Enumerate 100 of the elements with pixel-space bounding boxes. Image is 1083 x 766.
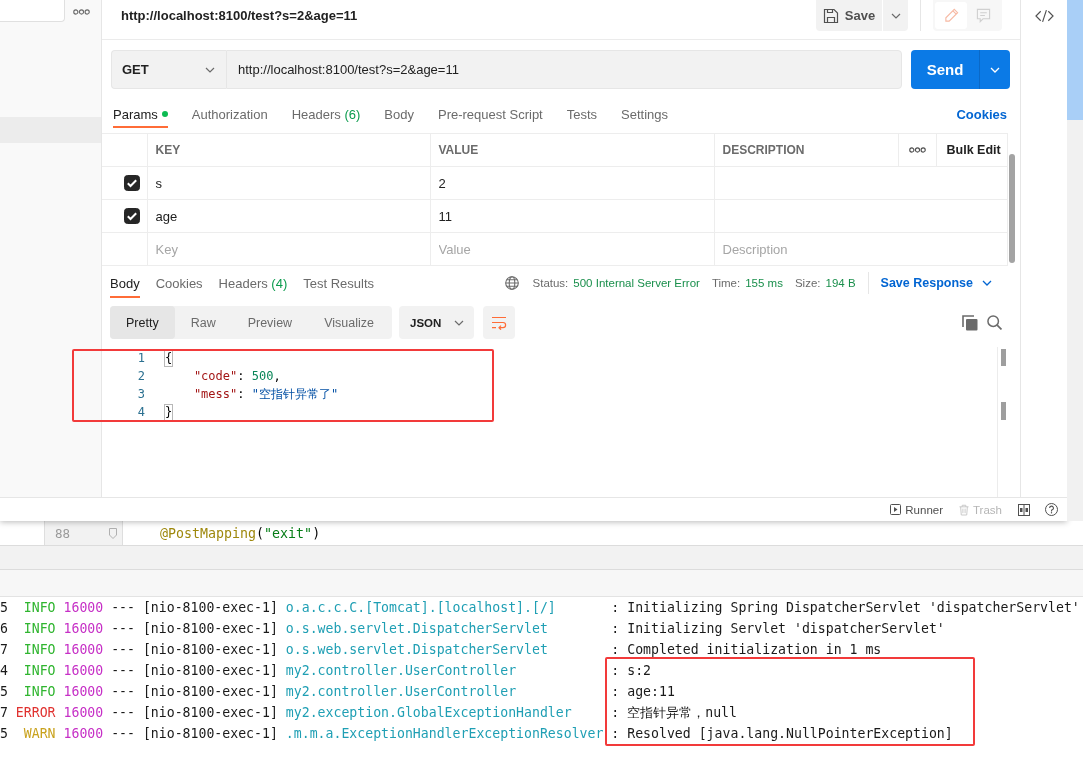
log-prefix: 7 <box>0 642 8 657</box>
column-header: VALUE <box>430 133 714 167</box>
save-response-button[interactable]: Save Response <box>880 276 1006 290</box>
log-level: INFO <box>22 621 56 636</box>
log-message: : s:2 <box>611 663 652 678</box>
copy-icon[interactable] <box>962 314 978 331</box>
format-dropdown[interactable]: JSON <box>399 306 474 339</box>
process-id: 16000 <box>63 663 104 678</box>
line-number: 2 <box>136 368 146 385</box>
new-param-field[interactable]: Description <box>714 233 1007 265</box>
logger-name: .m.m.a.ExceptionHandlerExceptionResolver <box>285 726 604 741</box>
more-icon[interactable] <box>73 9 90 15</box>
request-tab[interactable]: Tests <box>566 100 598 128</box>
log-separator: --- <box>111 642 135 657</box>
view-tab[interactable]: Preview <box>231 306 309 339</box>
thread-name: [nio-8100-exec-1] <box>142 642 278 657</box>
logger-name: my2.controller.UserController <box>285 663 518 678</box>
code-line: } <box>165 403 173 421</box>
param-key-field[interactable]: age <box>147 199 430 233</box>
request-tab[interactable]: Headers (6) <box>291 100 361 128</box>
new-param-field[interactable]: Key <box>147 233 430 265</box>
thread-name: [nio-8100-exec-1] <box>142 684 278 699</box>
meta-value: 194 B <box>825 277 856 289</box>
process-id: 16000 <box>63 600 104 615</box>
request-tab[interactable]: Params <box>113 100 168 128</box>
view-tab[interactable]: Pretty <box>110 306 175 339</box>
thread-name: [nio-8100-exec-1] <box>142 600 278 615</box>
pencil-icon <box>943 8 959 23</box>
method-dropdown[interactable]: GET <box>111 50 226 89</box>
scrollbar-thumb[interactable] <box>1008 154 1015 263</box>
line-number: 88 <box>55 525 71 541</box>
request-tab[interactable]: Settings <box>621 100 669 128</box>
param-value-field[interactable]: 2 <box>430 166 714 200</box>
request-tab[interactable]: Authorization <box>191 100 268 128</box>
thread-name: [nio-8100-exec-1] <box>142 621 278 636</box>
log-separator: --- <box>111 663 135 678</box>
cookies-link[interactable]: Cookies <box>956 106 1007 122</box>
response-tab[interactable]: Headers (4) <box>218 268 288 298</box>
checkbox[interactable] <box>124 208 140 224</box>
log-message: : Resolved [java.lang.NullPointerException] <box>611 726 953 741</box>
log-level: INFO <box>22 600 56 615</box>
log-prefix: 5 <box>0 726 8 741</box>
two-pane-icon[interactable] <box>1018 503 1030 516</box>
caret-icon <box>454 319 464 326</box>
checkbox[interactable] <box>124 175 140 191</box>
response-tab[interactable]: Body <box>110 268 140 298</box>
request-tab[interactable]: Pre-request Script <box>437 100 543 128</box>
param-key-field[interactable]: s <box>147 166 430 200</box>
logger-name: my2.controller.UserController <box>285 684 518 699</box>
send-options-button[interactable] <box>979 50 1010 89</box>
globe-icon[interactable] <box>504 276 519 290</box>
view-tab[interactable]: Visualize <box>308 306 390 339</box>
search-icon[interactable] <box>987 315 1002 330</box>
request-tab[interactable]: Body <box>384 100 414 128</box>
param-value-field[interactable]: 11 <box>430 199 714 233</box>
log-prefix: 4 <box>0 663 8 678</box>
url-field[interactable]: http://localhost:8100/test?s=2&age=11 <box>226 50 902 89</box>
log-message: : Initializing Servlet 'dispatcherServlet' <box>611 621 945 636</box>
log-separator: --- <box>111 600 135 615</box>
save-button[interactable]: Save <box>816 0 882 31</box>
logger-name: my2.exception.GlobalExceptionHandler <box>285 705 573 720</box>
process-id: 16000 <box>63 726 104 741</box>
log-message: : Initializing Spring DispatcherServlet 'dispatcherServlet' <box>611 600 1080 615</box>
log-separator: --- <box>111 621 135 636</box>
meta-label: Time: <box>711 277 741 289</box>
response-tab[interactable]: Test Results <box>303 268 375 298</box>
request-title: http://localhost:8100/test?s=2&age=11 <box>121 7 359 25</box>
response-tab[interactable]: Cookies <box>155 268 203 298</box>
log-prefix: 5 <box>0 600 8 615</box>
line-number: 1 <box>136 350 146 367</box>
play-box-icon <box>890 504 902 515</box>
caret-icon <box>990 66 1000 73</box>
thread-name: [nio-8100-exec-1] <box>142 663 278 678</box>
code-icon[interactable] <box>1034 9 1054 23</box>
wrap-button[interactable] <box>483 306 515 339</box>
log-prefix: 7 <box>0 705 8 720</box>
search-field[interactable] <box>0 0 65 22</box>
send-button[interactable]: Send <box>911 50 979 89</box>
view-tab[interactable]: Raw <box>174 306 232 339</box>
logger-name: o.a.c.c.C.[Tomcat].[localhost].[/] <box>285 600 557 615</box>
log-level: ERROR <box>14 705 56 720</box>
log-message: : Completed initialization in 1 ms <box>611 642 882 657</box>
meta-value: 500 Internal Server Error <box>573 277 700 289</box>
code-line: "code": 500, <box>193 368 281 385</box>
code-line: { <box>165 349 173 367</box>
code-line: @PostMapping("exit") <box>160 525 321 541</box>
text-wrap-icon <box>491 315 507 330</box>
log-level: INFO <box>22 684 56 699</box>
scroll-marker <box>1001 349 1006 366</box>
new-param-field[interactable]: Value <box>430 233 714 265</box>
line-number: 4 <box>136 404 146 421</box>
trash-icon <box>959 503 969 516</box>
log-level: WARN <box>22 726 56 741</box>
log-separator: --- <box>111 705 135 720</box>
caret-icon <box>982 280 992 286</box>
thread-name: [nio-8100-exec-1] <box>142 705 278 720</box>
more-icon[interactable] <box>908 147 926 153</box>
runner-button[interactable]: Runner <box>890 503 943 516</box>
help-icon[interactable] <box>1045 503 1058 516</box>
log-message: : age:11 <box>611 684 675 699</box>
